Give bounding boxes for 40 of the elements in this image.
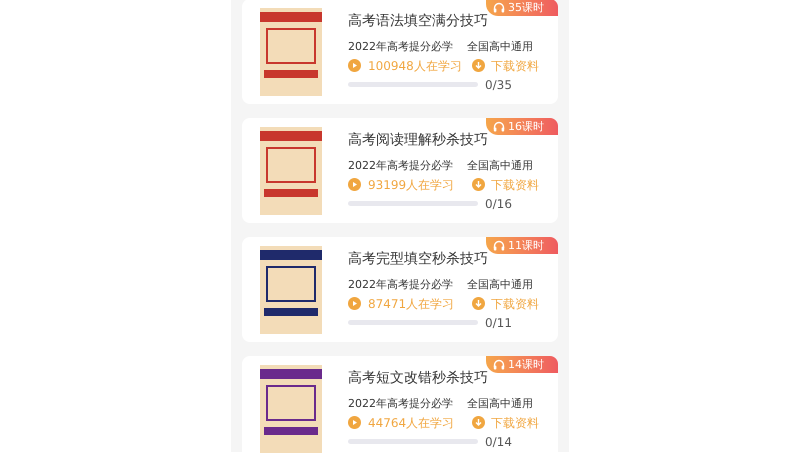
- play-icon: [348, 297, 361, 310]
- progress-count: 0/16: [485, 196, 512, 212]
- lesson-count-badge: 16课时: [486, 118, 558, 135]
- progress-count: 0/11: [485, 314, 512, 330]
- learner-count: 87471人在学习: [368, 296, 456, 312]
- learner-count: 100948人在学习: [368, 58, 463, 74]
- course-scope: 全国高中通用: [467, 158, 533, 172]
- headphones-icon: [493, 2, 505, 13]
- course-title: 高考完型填空秒杀技巧: [348, 250, 489, 268]
- course-scope: 全国高中通用: [467, 40, 533, 54]
- course-title: 高考语法填空满分技巧: [348, 12, 489, 30]
- download-icon: [472, 59, 485, 72]
- download-icon: [472, 297, 485, 310]
- play-icon: [348, 178, 361, 191]
- lesson-count-badge: 11课时: [486, 237, 558, 254]
- headphones-icon: [493, 121, 505, 132]
- play-icon: [348, 416, 361, 429]
- course-subtitle: 2022年高考提分必学: [348, 158, 454, 172]
- download-icon: [472, 416, 485, 429]
- course-scope: 全国高中通用: [467, 396, 533, 410]
- learner-count: 93199人在学习: [368, 176, 456, 192]
- headphones-icon: [493, 240, 505, 251]
- course-card[interactable]: 16课时 高考阅读理解秒杀技巧 2022年高考提分必学 全国高中通用 93199人在学习 下载资料 0/16: [242, 118, 558, 223]
- play-icon: [348, 59, 361, 72]
- lesson-count-badge: 35课时: [486, 0, 558, 16]
- course-scope: 全国高中通用: [467, 278, 533, 292]
- course-card[interactable]: 11课时 高考完型填空秒杀技巧 2022年高考提分必学 全国高中通用 87471人在学习 下载资料 0/11: [242, 237, 558, 342]
- course-title: 高考短文改错秒杀技巧: [348, 368, 489, 388]
- course-subtitle: 2022年高考提分必学: [348, 40, 454, 54]
- learner-count: 44764人在学习: [368, 414, 456, 430]
- course-title: 高考阅读理解秒杀技巧: [348, 130, 489, 150]
- progress-count: 0/14: [485, 434, 512, 450]
- download-icon: [472, 178, 485, 191]
- course-card[interactable]: 14课时 高考短文改错秒杀技巧 2022年高考提分必学 全国高中通用 44764人在学习 下载资料 0/14: [242, 356, 558, 453]
- lesson-count-badge: 14课时: [486, 356, 558, 373]
- progress-count: 0/35: [485, 76, 512, 92]
- course-card[interactable]: 35课时 高考语法填空满分技巧 2022年高考提分必学 全国高中通用 100948人在学习 下载资料 0/35: [242, 0, 558, 104]
- course-subtitle: 2022年高考提分必学: [348, 396, 454, 410]
- headphones-icon: [493, 359, 505, 370]
- course-subtitle: 2022年高考提分必学: [348, 278, 454, 292]
